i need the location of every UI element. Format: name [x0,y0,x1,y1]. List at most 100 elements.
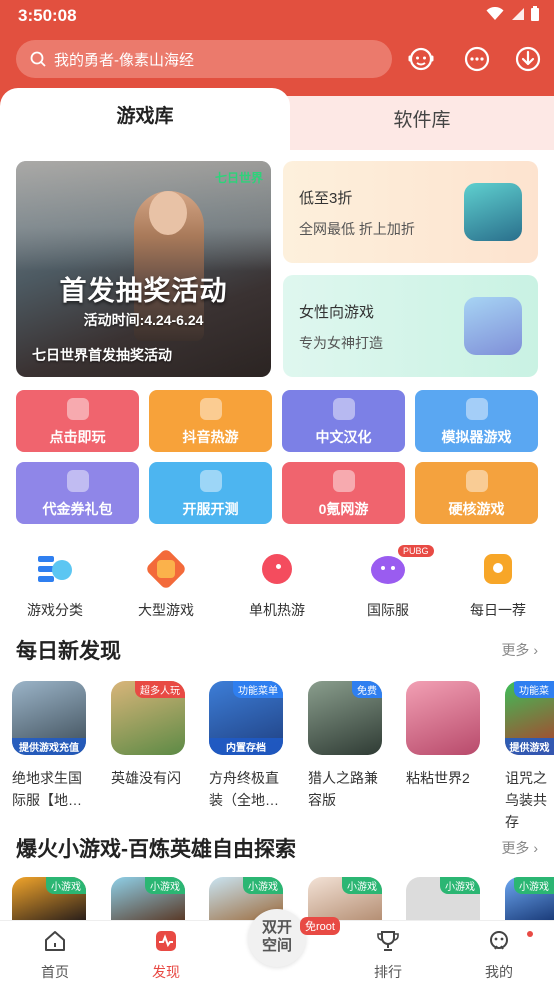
library-tabs: 游戏库 软件库 [0,88,554,150]
game-tag: 小游戏 [342,877,382,894]
category-douyin-hot[interactable]: 抖音热游 [149,390,272,452]
category-emulator[interactable]: 模拟器游戏 [415,390,538,452]
tab-game-library[interactable]: 游戏库 [0,88,290,146]
game-tag: 超多人玩 [135,681,185,698]
header: 3:50:08 我的勇者-像素山海经 游戏库 软件库 [0,0,554,150]
category-zero-pay[interactable]: 0氪网游 [282,462,405,524]
quicknav-label: 游戏分类 [27,602,83,618]
game-icon: 小游戏 [12,877,86,920]
large-game-icon [144,547,188,591]
banner-brand-logo: 七日世界 [214,171,263,185]
ghost-icon [66,398,89,420]
category-label: 0氪网游 [318,501,369,517]
quicknav-daily-pick[interactable]: 每日一荐 [450,550,546,620]
daily-more-link[interactable]: 更多 › [501,640,538,660]
event-banner[interactable]: 七日世界 首发抽奖活动 活动时间:4.24-6.24 七日世界首发抽奖活动 [16,161,271,377]
chinese-char-icon [332,398,355,420]
mini-game-item[interactable]: 小游戏 [406,877,492,920]
game-icon: 超多人玩 [111,681,185,755]
game-item-hunter[interactable]: 免费 猎人之路兼容版 [308,681,394,811]
mini-game-item[interactable]: 小游戏 [308,877,394,920]
mini-more-link[interactable]: 更多 › [501,838,538,858]
gift-icon [66,470,89,492]
customer-service-icon[interactable] [406,44,436,74]
nav-home[interactable]: 首页 [15,929,95,982]
category-label: 硬核游戏 [448,501,505,517]
tab-software-library[interactable]: 软件库 [290,92,554,150]
quicknav-categories[interactable]: 游戏分类 [7,550,103,620]
nav-discover[interactable]: 发现 [126,929,206,982]
nav-me-label: 我的 [485,964,513,980]
bottom-nav: 首页 发现 双开 空间 免root 排行 我的 [0,909,554,984]
game-name: 英雄没有闪 [111,770,181,786]
category-label: 代金券礼包 [42,501,113,517]
nav-discover-label: 发现 [152,964,180,980]
game-tag: 小游戏 [440,877,480,894]
game-item-hero[interactable]: 超多人玩 英雄没有闪 [111,681,197,789]
status-bar: 3:50:08 [0,0,554,34]
promo-discount[interactable]: 低至3折 全网最低 折上加折 [283,161,538,263]
category-label: 点击即玩 [49,429,106,445]
game-icon: 小游戏 [406,877,480,920]
game-tag: 小游戏 [46,877,86,894]
app-screen: 3:50:08 我的勇者-像素山海经 游戏库 软件库 七日世界 首发抽奖活动 活… [0,0,554,984]
download-icon[interactable] [513,44,543,74]
category-label: 抖音热游 [182,429,239,445]
nav-rank-label: 排行 [374,964,402,980]
game-name: 猎人之路兼容版 [308,770,378,808]
game-tag: 功能菜 [514,681,554,698]
tiktok-icon [199,398,222,420]
banner-date: 活动时间:4.24-6.24 [83,312,204,328]
game-icon: 提供游戏充值 [12,681,86,755]
nav-rank[interactable]: 排行 [348,929,428,982]
category-label: 模拟器游戏 [441,429,512,445]
category-new-servers[interactable]: 开服开测 [149,462,272,524]
pacman-icon [258,550,296,588]
mini-game-item[interactable]: 小游戏 [12,877,98,920]
category-chinese-localized[interactable]: 中文汉化 [282,390,405,452]
quicknav-large-games[interactable]: 大型游戏 [118,547,214,620]
game-tag: 小游戏 [514,877,554,894]
mini-game-item[interactable]: 小游戏 [505,877,554,920]
user-icon [490,931,508,950]
signal-icon [512,8,524,20]
game-name: 绝地求生国际服【地… [12,770,82,808]
coin-icon [332,470,355,492]
game-item-goo[interactable]: 粘粘世界2 [406,681,492,789]
dual-space-button[interactable]: 双开 空间 [248,909,306,967]
category-label: 中文汉化 [315,429,372,445]
game-item-pubg[interactable]: 提供游戏充值 绝地求生国际服【地… [12,681,98,811]
promo-female-image [464,297,522,355]
more-label: 更多 [501,840,530,856]
nav-me[interactable]: 我的 [459,929,539,982]
mini-game-item[interactable]: 小游戏 [111,877,197,920]
gamepad-icon [465,398,488,420]
nav-home-label: 首页 [41,964,69,980]
category-label: 开服开测 [182,501,239,517]
banner-caption: 七日世界首发抽奖活动 [32,347,172,363]
game-icon: 功能菜 提供游戏 [505,681,554,755]
promo-female-games[interactable]: 女性向游戏 专为女神打造 [283,275,538,377]
promo-discount-title: 低至3折 [299,190,353,207]
discover-icon [156,931,176,951]
game-icon: 小游戏 [308,877,382,920]
category-hardcore[interactable]: 硬核游戏 [415,462,538,524]
quicknav-offline-hot[interactable]: 单机热游 [229,550,325,620]
game-icon: 功能菜单 内置存档 [209,681,283,755]
game-item-curse[interactable]: 功能菜 提供游戏 诅咒之乌装共存 [505,681,554,833]
more-label: 更多 [501,642,530,658]
category-vouchers[interactable]: 代金券礼包 [16,462,139,524]
category-click-to-play[interactable]: 点击即玩 [16,390,139,452]
game-item-ark[interactable]: 功能菜单 内置存档 方舟终极直装（全地… [209,681,295,811]
game-name: 方舟终极直装（全地… [209,770,279,808]
chevron-right-icon: › [533,642,538,658]
search-bar[interactable]: 我的勇者-像素山海经 [16,40,392,78]
daily-section-title: 每日新发现 [16,640,121,663]
quicknav-international[interactable]: 国际服 [340,550,436,620]
promo-female-title: 女性向游戏 [299,304,375,321]
status-time: 3:50:08 [18,6,77,25]
status-icons [486,6,540,22]
game-name: 诅咒之乌装共存 [505,770,547,830]
message-icon[interactable] [462,44,492,74]
game-icon: 小游戏 [111,877,185,920]
